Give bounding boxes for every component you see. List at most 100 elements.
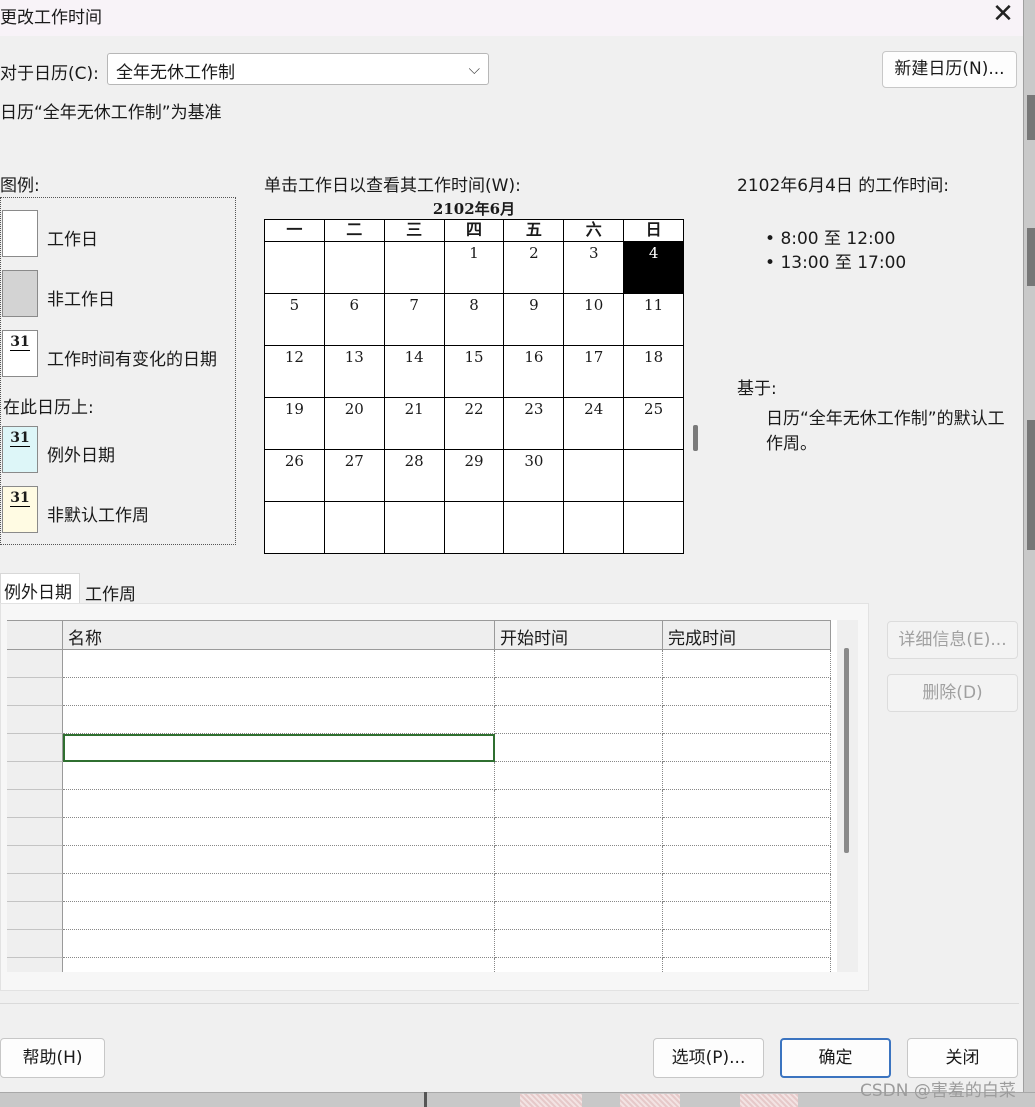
calendar-day-cell[interactable]: 3 — [564, 242, 625, 294]
table-row[interactable] — [7, 790, 858, 818]
grid-scrollbar[interactable] — [837, 620, 858, 972]
calendar-day-cell[interactable]: 17 — [564, 346, 625, 398]
calendar-day-cell[interactable]: 14 — [384, 346, 445, 398]
ok-button[interactable]: 确定 — [780, 1038, 891, 1078]
calendar-day-cell[interactable]: 18 — [624, 346, 685, 398]
calendar-day-cell[interactable]: 8 — [444, 294, 505, 346]
table-cell[interactable] — [495, 930, 663, 958]
calendar-day-cell[interactable]: 25 — [624, 398, 685, 450]
table-cell[interactable] — [495, 762, 663, 790]
calendar-day-cell[interactable]: 15 — [444, 346, 505, 398]
row-header-cell[interactable] — [7, 818, 63, 846]
column-header-finish[interactable]: 完成时间 — [663, 620, 831, 650]
table-row[interactable] — [7, 958, 858, 972]
grid-scrollbar-thumb[interactable] — [844, 648, 849, 853]
table-cell[interactable] — [63, 874, 495, 902]
table-cell[interactable] — [63, 930, 495, 958]
row-header-cell[interactable] — [7, 958, 63, 972]
table-cell[interactable] — [63, 678, 495, 706]
calendar-day-cell[interactable]: 27 — [324, 450, 385, 502]
row-header-cell[interactable] — [7, 790, 63, 818]
calendar-day-cell[interactable]: 22 — [444, 398, 505, 450]
table-cell[interactable] — [663, 958, 831, 972]
table-cell[interactable] — [63, 818, 495, 846]
table-row[interactable] — [7, 874, 858, 902]
tab-exceptions[interactable]: 例外日期 — [0, 573, 80, 605]
calendar-day-cell[interactable]: 19 — [265, 398, 325, 450]
row-header-cell[interactable] — [7, 762, 63, 790]
calendar-day-cell[interactable]: 12 — [265, 346, 325, 398]
table-cell[interactable] — [663, 706, 831, 734]
table-cell[interactable] — [663, 650, 831, 678]
calendar-day-cell[interactable]: 24 — [564, 398, 625, 450]
calendar-day-cell[interactable]: 4 — [624, 242, 685, 294]
table-cell[interactable] — [63, 902, 495, 930]
calendar-day-cell[interactable]: 2 — [504, 242, 565, 294]
table-cell[interactable] — [663, 762, 831, 790]
column-header-name[interactable]: 名称 — [63, 620, 495, 650]
close-button[interactable]: 关闭 — [907, 1038, 1018, 1078]
delete-button[interactable]: 删除(D) — [887, 674, 1018, 712]
table-cell[interactable] — [663, 930, 831, 958]
table-cell[interactable] — [495, 734, 663, 762]
table-cell[interactable] — [663, 902, 831, 930]
table-row[interactable] — [7, 734, 858, 762]
help-button[interactable]: 帮助(H) — [0, 1038, 105, 1078]
calendar-day-cell[interactable]: 20 — [324, 398, 385, 450]
calendar-day-cell[interactable]: 28 — [384, 450, 445, 502]
calendar-select[interactable]: 全年无休工作制 ⌵ — [107, 53, 489, 85]
table-row[interactable] — [7, 902, 858, 930]
close-icon[interactable]: ✕ — [986, 0, 1020, 30]
new-calendar-button[interactable]: 新建日历(N)... — [882, 51, 1017, 88]
table-row[interactable] — [7, 818, 858, 846]
table-cell[interactable] — [663, 790, 831, 818]
table-cell[interactable] — [495, 874, 663, 902]
row-header-cell[interactable] — [7, 874, 63, 902]
row-header-cell[interactable] — [7, 650, 63, 678]
table-cell[interactable] — [63, 762, 495, 790]
table-cell[interactable] — [495, 958, 663, 972]
table-cell[interactable] — [663, 678, 831, 706]
table-cell[interactable] — [495, 706, 663, 734]
column-header-start[interactable]: 开始时间 — [495, 620, 663, 650]
table-cell[interactable] — [63, 650, 495, 678]
table-cell[interactable] — [663, 846, 831, 874]
table-cell[interactable] — [63, 790, 495, 818]
calendar-day-cell[interactable]: 5 — [265, 294, 325, 346]
table-cell[interactable] — [495, 902, 663, 930]
table-cell[interactable] — [63, 846, 495, 874]
calendar-day-cell[interactable]: 13 — [324, 346, 385, 398]
month-calendar[interactable]: 一 二 三 四 五 六 日 1 2 3 4 5 6 7 8 9 10 11 12 13 14 15 16 17 1… — [264, 219, 685, 554]
table-cell[interactable] — [495, 846, 663, 874]
calendar-day-cell[interactable]: 21 — [384, 398, 445, 450]
row-header-cell[interactable] — [7, 902, 63, 930]
table-cell[interactable] — [663, 874, 831, 902]
table-cell[interactable] — [63, 958, 495, 972]
table-row[interactable] — [7, 930, 858, 958]
calendar-day-cell[interactable]: 29 — [444, 450, 505, 502]
table-cell[interactable] — [495, 650, 663, 678]
table-row[interactable] — [7, 650, 858, 678]
table-cell[interactable] — [495, 790, 663, 818]
table-row[interactable] — [7, 678, 858, 706]
calendar-day-cell[interactable]: 16 — [504, 346, 565, 398]
calendar-day-cell[interactable]: 6 — [324, 294, 385, 346]
calendar-day-cell[interactable]: 30 — [504, 450, 565, 502]
calendar-day-cell[interactable]: 10 — [564, 294, 625, 346]
calendar-day-cell[interactable]: 7 — [384, 294, 445, 346]
table-cell[interactable] — [63, 734, 495, 762]
calendar-day-cell[interactable]: 26 — [265, 450, 325, 502]
row-header-cell[interactable] — [7, 706, 63, 734]
row-header-cell[interactable] — [7, 930, 63, 958]
table-row[interactable] — [7, 762, 858, 790]
table-cell[interactable] — [495, 678, 663, 706]
table-row[interactable] — [7, 706, 858, 734]
calendar-scrollbar[interactable] — [693, 425, 698, 451]
exceptions-grid[interactable]: 名称 开始时间 完成时间 — [7, 620, 858, 972]
row-header-cell[interactable] — [7, 678, 63, 706]
table-cell[interactable] — [63, 706, 495, 734]
calendar-day-cell[interactable]: 1 — [444, 242, 505, 294]
row-header-cell[interactable] — [7, 846, 63, 874]
table-cell[interactable] — [663, 818, 831, 846]
row-header-cell[interactable] — [7, 734, 63, 762]
